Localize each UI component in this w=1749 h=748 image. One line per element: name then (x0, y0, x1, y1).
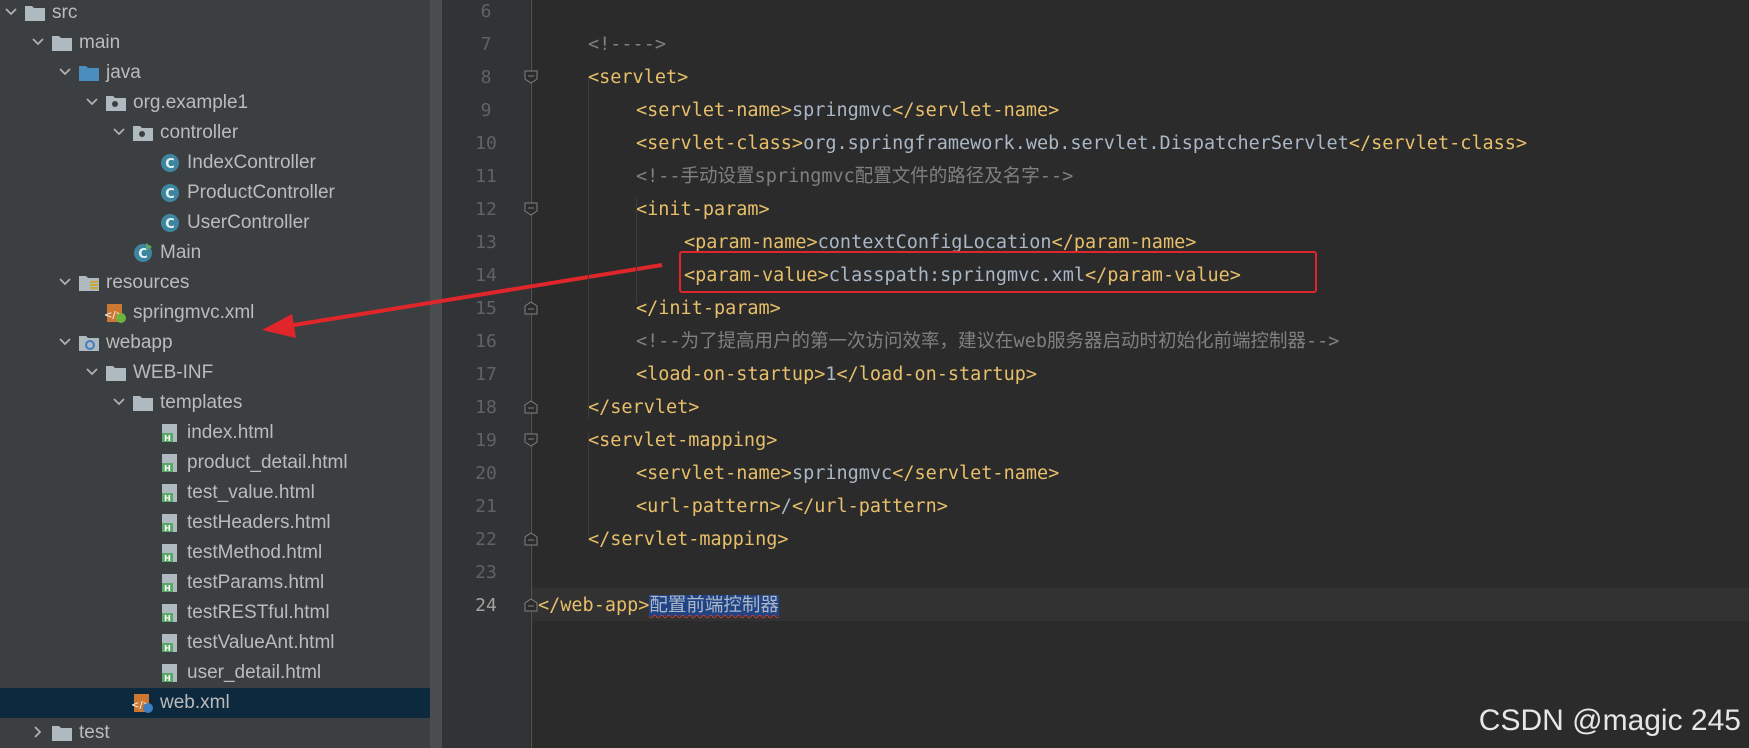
line-number: 14 (475, 265, 497, 286)
watermark: CSDN @magic 245 (1478, 704, 1741, 737)
line-number: 18 (475, 397, 497, 418)
indent-guide (588, 78, 589, 418)
fold-close-icon[interactable] (524, 301, 538, 315)
line-number: 19 (475, 430, 497, 451)
line-number: 10 (475, 133, 497, 154)
line-number: 23 (475, 562, 497, 583)
fold-close-icon[interactable] (524, 532, 538, 546)
fold-close-icon[interactable] (524, 598, 538, 612)
line-number: 11 (475, 166, 497, 187)
line-number: 6 (480, 1, 492, 22)
annotation-arrow-head (262, 314, 296, 338)
fold-open-icon[interactable] (524, 433, 538, 447)
line-number: 15 (475, 298, 497, 319)
line-number: 24 (475, 595, 497, 616)
line-number: 22 (475, 529, 497, 550)
line-number: 21 (475, 496, 497, 517)
indent-guide (636, 198, 637, 303)
line-number: 12 (475, 199, 497, 220)
fold-open-icon[interactable] (524, 202, 538, 216)
indent-guide (588, 432, 589, 537)
line-number: 9 (480, 100, 492, 121)
line-number: 16 (475, 331, 497, 352)
fold-close-icon[interactable] (524, 400, 538, 414)
annotation-arrow (262, 263, 663, 338)
line-number: 20 (475, 463, 497, 484)
fold-open-icon[interactable] (524, 70, 538, 84)
line-number: 17 (475, 364, 497, 385)
line-number: 13 (475, 232, 497, 253)
line-number: 7 (480, 34, 492, 55)
line-number: 8 (480, 67, 492, 88)
